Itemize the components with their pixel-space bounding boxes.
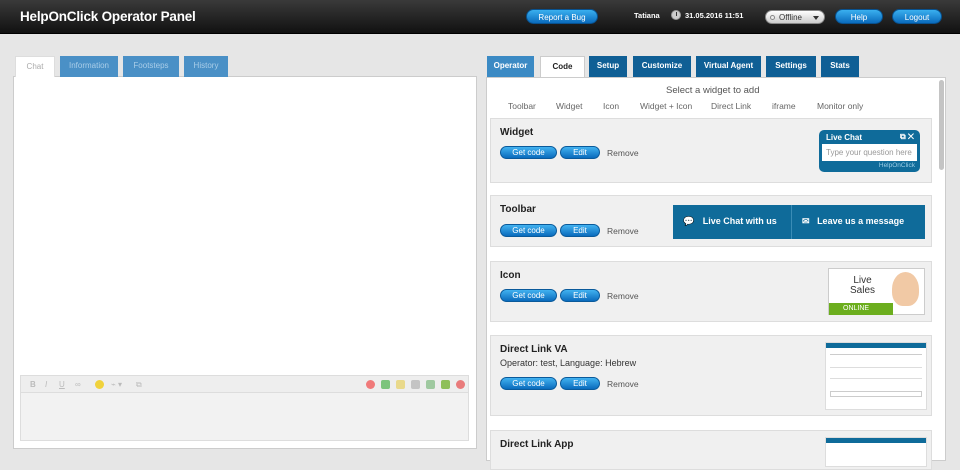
tab-code[interactable]: Code	[540, 56, 585, 77]
agent-avatar	[892, 272, 919, 306]
date-time: 31.05.2016 11:51	[685, 11, 744, 20]
preview-label: Live Sales	[850, 275, 876, 296]
widget-type-widget-icon[interactable]: Widget + Icon	[640, 101, 692, 111]
icon-preview: Live Sales ONLINE	[828, 268, 925, 315]
popout-close-icon: ⧉ ✕	[899, 132, 914, 141]
report-bug-button[interactable]: Report a Bug	[526, 9, 598, 24]
widget-type-icon[interactable]: Icon	[603, 101, 619, 111]
card-title: Widget	[500, 127, 534, 138]
toolbar-preview: 💬 Live Chat with us ✉ Leave us a message	[673, 205, 925, 239]
get-code-button[interactable]: Get code	[500, 289, 557, 302]
thumb-line	[830, 367, 922, 368]
get-code-button[interactable]: Get code	[500, 146, 557, 159]
clock-icon	[671, 10, 681, 20]
status-value: Offline	[779, 13, 802, 22]
divider	[791, 205, 792, 239]
tab-history[interactable]: History	[184, 56, 228, 77]
widget-type-direct-link[interactable]: Direct Link	[711, 101, 751, 111]
invite-icon[interactable]	[441, 380, 450, 389]
status-indicator-icon	[770, 15, 775, 20]
tab-virtual-agent[interactable]: Virtual Agent	[696, 56, 761, 77]
bold-icon[interactable]: B	[30, 380, 36, 389]
card-subtitle: Operator: test, Language: Hebrew	[500, 358, 637, 368]
direct-link-va-card: Direct Link VA Operator: test, Language:…	[490, 335, 932, 416]
tab-information[interactable]: Information	[60, 56, 118, 77]
widget-type-monitor-only[interactable]: Monitor only	[817, 101, 863, 111]
remove-link[interactable]: Remove	[607, 379, 639, 389]
italic-icon[interactable]: I	[45, 380, 47, 389]
preview-message: ✉ Leave us a message	[802, 216, 905, 226]
scrollbar[interactable]	[939, 80, 944, 170]
emoji-icon[interactable]	[95, 380, 104, 389]
get-code-button[interactable]: Get code	[500, 377, 557, 390]
card-title: Direct Link VA	[500, 344, 568, 355]
thumb-input	[830, 391, 922, 397]
get-code-button[interactable]: Get code	[500, 224, 557, 237]
widget-preview: Live Chat ⧉ ✕ Type your question here He…	[819, 130, 920, 172]
edit-button[interactable]: Edit	[560, 377, 600, 390]
thumb-line	[830, 378, 922, 379]
preview-status: ONLINE	[829, 303, 893, 315]
card-title: Direct Link App	[500, 439, 574, 450]
icon-card: Icon Get code Edit Remove Live Sales ONL…	[490, 261, 932, 322]
preview-chat: 💬 Live Chat with us	[683, 216, 777, 226]
top-bar: HelpOnClick Operator Panel Report a Bug …	[0, 0, 960, 34]
card-title: Icon	[500, 270, 521, 281]
remove-link[interactable]: Remove	[607, 226, 639, 236]
message-input[interactable]	[20, 393, 469, 441]
preview-input: Type your question here	[822, 144, 917, 161]
status-dropdown[interactable]: Offline	[765, 10, 825, 24]
edit-button[interactable]: Edit	[560, 289, 600, 302]
thumb-header	[826, 343, 926, 348]
tab-setup[interactable]: Setup	[589, 56, 627, 77]
remove-link[interactable]: Remove	[607, 291, 639, 301]
direct-link-thumbnail	[825, 437, 927, 467]
thumb-header	[826, 438, 926, 443]
card-title: Toolbar	[500, 204, 536, 215]
app-title: HelpOnClick Operator Panel	[20, 9, 196, 24]
tab-footsteps[interactable]: Footsteps	[123, 56, 179, 77]
envelope-icon: ✉	[802, 216, 810, 226]
canned-icon[interactable]	[381, 380, 390, 389]
editor-toolbar: B I U ∞ ⌁ ▾ ⧉	[20, 375, 469, 393]
help-button[interactable]: Help	[835, 9, 883, 24]
link-icon[interactable]: ∞	[75, 380, 81, 389]
widget-type-widget[interactable]: Widget	[556, 101, 582, 111]
email-icon[interactable]	[396, 380, 405, 389]
preview-brand: HelpOnClick	[878, 162, 915, 169]
logout-button[interactable]: Logout	[892, 9, 942, 24]
chat-bubble-icon: 💬	[683, 216, 695, 226]
edit-button[interactable]: Edit	[560, 224, 600, 237]
tab-customize[interactable]: Customize	[633, 56, 691, 77]
direct-link-thumbnail	[825, 342, 927, 410]
operator-name: Tatiana	[634, 11, 660, 20]
widget-type-iframe[interactable]: iframe	[772, 101, 796, 111]
tab-chat[interactable]: Chat	[15, 56, 55, 77]
export-icon[interactable]	[426, 380, 435, 389]
attach-icon[interactable]: ⧉	[136, 380, 142, 390]
preview-title: Live Chat	[826, 133, 863, 142]
remove-link[interactable]: Remove	[607, 148, 639, 158]
widget-select-heading: Select a widget to add	[666, 85, 760, 96]
thumb-line	[830, 354, 922, 355]
widget-card: Widget Get code Edit Remove Live Chat ⧉ …	[490, 118, 932, 183]
transfer-icon[interactable]	[366, 380, 375, 389]
print-icon[interactable]	[411, 380, 420, 389]
toolbar-card: Toolbar Get code Edit Remove 💬 Live Chat…	[490, 195, 932, 247]
tab-settings[interactable]: Settings	[766, 56, 816, 77]
chevron-down-icon	[813, 16, 819, 20]
widget-type-toolbar[interactable]: Toolbar	[508, 101, 536, 111]
tab-operator[interactable]: Operator	[487, 56, 534, 77]
underline-icon[interactable]: U	[59, 380, 65, 389]
direct-link-app-card: Direct Link App	[490, 430, 932, 470]
edit-button[interactable]: Edit	[560, 146, 600, 159]
end-chat-icon[interactable]	[456, 380, 465, 389]
color-icon[interactable]: ⌁ ▾	[111, 380, 122, 389]
tab-stats[interactable]: Stats	[821, 56, 859, 77]
